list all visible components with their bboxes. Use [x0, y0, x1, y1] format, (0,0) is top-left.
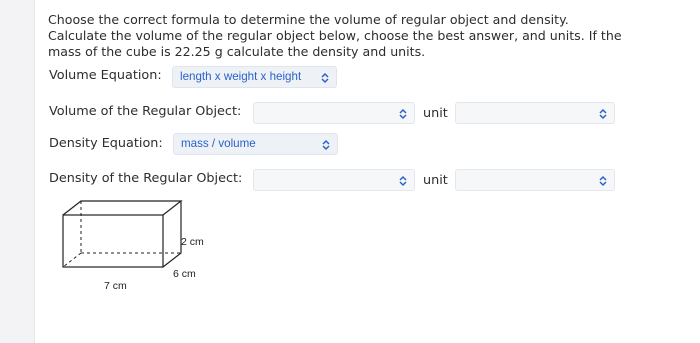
density-unit-label: unit	[423, 173, 448, 188]
depth-dimension-label: 6 cm	[173, 268, 196, 280]
question-line-2: Calculate the volume of the regular obje…	[48, 28, 622, 43]
volume-value-select[interactable]	[253, 102, 415, 124]
width-dimension-label: 7 cm	[104, 280, 127, 292]
chevron-updown-icon	[322, 139, 330, 151]
chevron-updown-icon	[599, 108, 607, 120]
volume-equation-select[interactable]: length x weight x height	[172, 66, 337, 88]
volume-equation-value: length x weight x height	[180, 70, 302, 83]
chevron-updown-icon	[599, 175, 607, 187]
density-regular-label: Density of the Regular Object:	[49, 171, 243, 186]
volume-regular-label: Volume of the Regular Object:	[49, 104, 242, 119]
density-equation-label: Density Equation:	[49, 136, 163, 151]
prism-hidden-edge-depth	[62, 252, 82, 268]
prism-right-face	[162, 201, 182, 268]
density-unit-select[interactable]	[455, 169, 615, 191]
density-equation-select[interactable]: mass / volume	[173, 133, 338, 155]
height-dimension-label: 2 cm	[181, 236, 204, 248]
volume-equation-label: Volume Equation:	[49, 68, 162, 83]
density-value-select[interactable]	[253, 169, 415, 191]
question-text: Choose the correct formula to determine …	[48, 12, 658, 60]
question-line-1: Choose the correct formula to determine …	[48, 12, 569, 27]
chevron-updown-icon	[399, 108, 407, 120]
volume-unit-label: unit	[423, 106, 448, 121]
chevron-updown-icon	[399, 175, 407, 187]
prism-front-face	[62, 214, 164, 268]
volume-unit-select[interactable]	[455, 102, 615, 124]
chevron-updown-icon	[321, 72, 329, 84]
question-line-3: mass of the cube is 22.25 g calculate th…	[48, 44, 426, 59]
rectangular-prism-diagram: 2 cm 6 cm 7 cm	[62, 200, 204, 292]
density-equation-value: mass / volume	[181, 137, 256, 150]
